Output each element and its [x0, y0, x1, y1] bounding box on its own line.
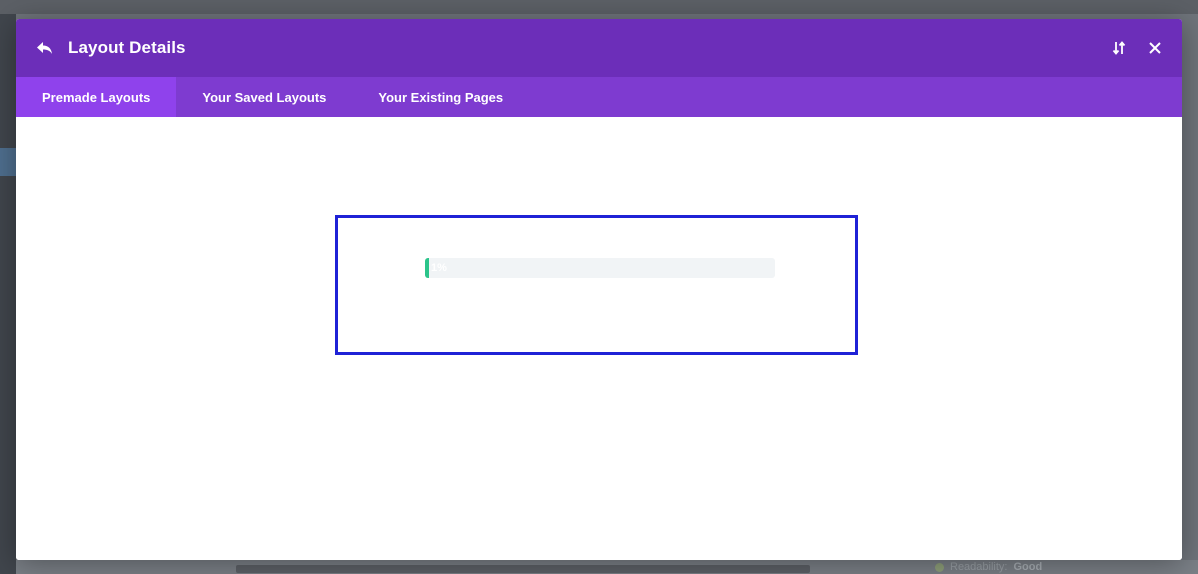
readability-label: Readability: — [950, 561, 1008, 573]
sort-button[interactable] — [1110, 39, 1128, 57]
tab-your-saved-layouts[interactable]: Your Saved Layouts — [176, 77, 352, 117]
background-sidebar-active-item — [0, 148, 16, 176]
modal-body: 1% — [16, 117, 1182, 560]
background-topbar — [0, 0, 1198, 14]
back-button[interactable] — [35, 38, 55, 58]
readability-status-icon — [935, 562, 944, 572]
progress-bar: 1% — [425, 258, 775, 278]
background-scrollbar — [236, 565, 810, 573]
undo-arrow-icon — [37, 42, 52, 54]
sort-arrows-icon — [1112, 41, 1126, 55]
background-sidebar — [0, 14, 16, 574]
readability-value: Good — [1013, 561, 1043, 573]
modal-header: Layout Details — [16, 19, 1182, 77]
tab-premade-layouts[interactable]: Premade Layouts — [16, 77, 177, 117]
background-readability-indicator: Readability: Good — [935, 561, 1042, 573]
close-button[interactable] — [1146, 39, 1164, 57]
header-actions — [1110, 19, 1164, 77]
loading-panel: 1% — [335, 215, 858, 355]
tab-your-existing-pages[interactable]: Your Existing Pages — [352, 77, 529, 117]
tab-bar: Premade Layouts Your Saved Layouts Your … — [16, 77, 1182, 117]
close-icon — [1149, 42, 1161, 54]
modal-title: Layout Details — [68, 38, 186, 57]
progress-bar-fill — [425, 258, 429, 278]
progress-percent-text: 1% — [431, 262, 447, 274]
layout-details-modal: Layout Details Premade Layouts Your Save… — [16, 19, 1182, 560]
